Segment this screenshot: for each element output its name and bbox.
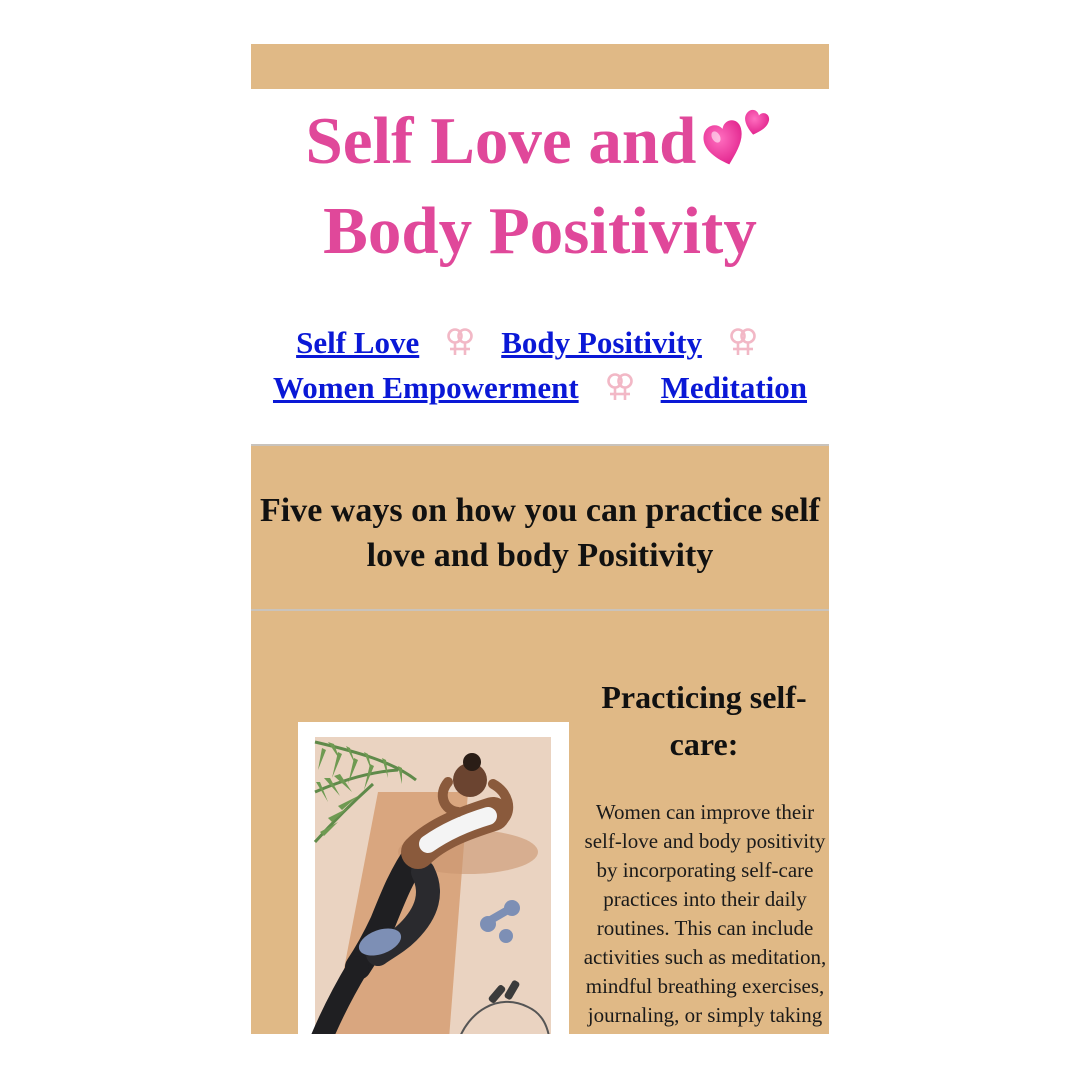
title-line-1-text: Self Love and: [305, 104, 697, 178]
divider: [251, 609, 829, 611]
page-viewport: Self Love and Body Positivity Self Love B…: [251, 44, 829, 1034]
top-banner-strip: [251, 44, 829, 89]
nav-link-women-empowerment[interactable]: Women Empowerment: [273, 370, 579, 405]
section-heading: Five ways on how you can practice self l…: [251, 488, 829, 578]
page-title: Self Love and Body Positivity: [251, 96, 829, 276]
card-title: Practicing self- care:: [573, 674, 829, 768]
nav-link-body-positivity[interactable]: Body Positivity: [501, 325, 702, 360]
card-body-line: activities such as meditation,: [583, 945, 827, 969]
card-body-line: practices into their daily: [603, 887, 807, 911]
nav-link-self-love[interactable]: Self Love: [296, 325, 419, 360]
card-body-line: Women can improve their: [595, 800, 815, 824]
double-female-sign-icon: [605, 368, 635, 400]
card-body-line: routines. This can include: [596, 916, 814, 940]
content-section: Five ways on how you can practice self l…: [251, 446, 829, 1034]
card-title-line-1: Practicing self-: [601, 679, 807, 715]
section-heading-line-1: Five ways on how you can practice self: [259, 492, 820, 529]
title-line-2: Body Positivity: [323, 194, 757, 268]
nav-row-1: Self Love Body Positivity: [251, 320, 829, 365]
card-body-line: self-love and body positivity: [584, 829, 826, 853]
woman-exercising-illustration: [298, 722, 569, 1034]
card-body-line: by incorporating self-care: [596, 858, 814, 882]
two-hearts-icon: [702, 99, 774, 169]
card-body-line: mindful breathing exercises,: [585, 974, 825, 998]
nav-row-2: Women Empowerment Meditation: [251, 365, 829, 410]
nav-link-meditation[interactable]: Meditation: [661, 370, 807, 405]
card-body-line: journaling, or simply taking: [587, 1003, 823, 1027]
card-body-text: Women can improve their self-love and bo…: [563, 798, 829, 1030]
double-female-sign-icon: [728, 323, 758, 355]
section-heading-line-2: love and body Positivity: [366, 537, 714, 574]
card-title-line-2: care:: [669, 726, 739, 762]
title-line-1: Self Love and: [251, 96, 829, 186]
topic-nav: Self Love Body Positivity Women Empowerme…: [251, 320, 829, 410]
double-female-sign-icon: [445, 323, 475, 355]
